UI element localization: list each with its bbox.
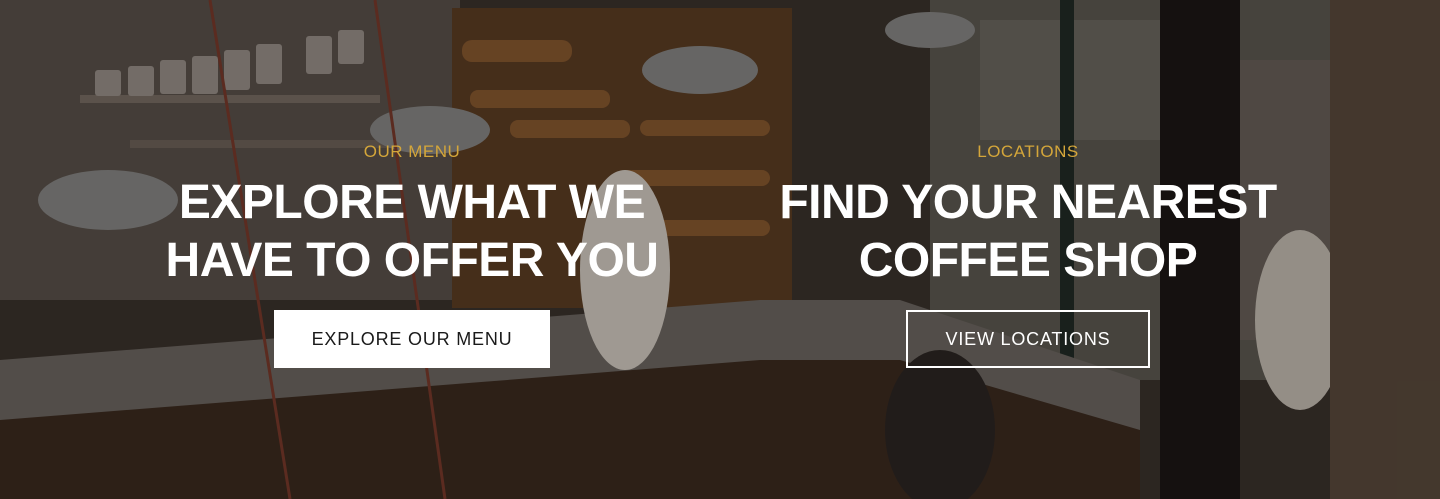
explore-menu-button[interactable]: EXPLORE OUR MENU: [274, 310, 550, 368]
locations-section: LOCATIONS FIND YOUR NEAREST COFFEE SHOP …: [768, 0, 1288, 499]
locations-headline: FIND YOUR NEAREST COFFEE SHOP: [779, 174, 1277, 290]
menu-headline-line1: EXPLORE WHAT WE: [178, 176, 646, 229]
menu-headline: EXPLORE WHAT WE HAVE TO OFFER YOU: [166, 174, 659, 290]
locations-eyebrow: LOCATIONS: [977, 142, 1079, 161]
menu-section: OUR MENU EXPLORE WHAT WE HAVE TO OFFER Y…: [152, 0, 672, 499]
view-locations-button[interactable]: VIEW LOCATIONS: [906, 310, 1150, 368]
locations-headline-line2: COFFEE SHOP: [858, 234, 1198, 287]
locations-headline-line1: FIND YOUR NEAREST: [779, 176, 1277, 229]
hero-banner: OUR MENU EXPLORE WHAT WE HAVE TO OFFER Y…: [0, 0, 1440, 499]
menu-eyebrow: OUR MENU: [363, 142, 461, 161]
menu-headline-line2: HAVE TO OFFER YOU: [165, 234, 659, 287]
